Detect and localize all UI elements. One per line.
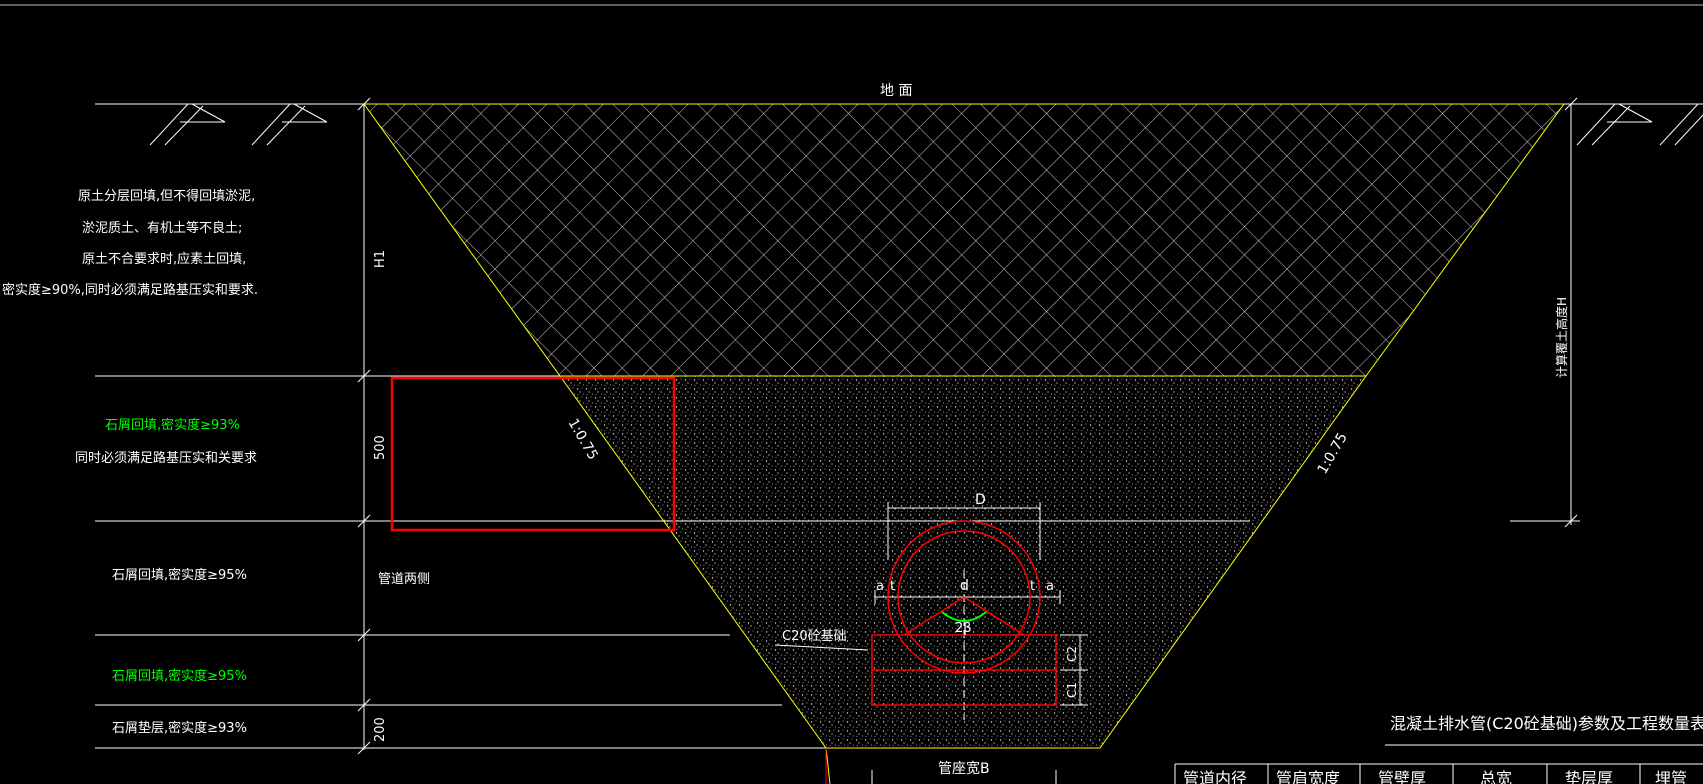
dim-d-inner: d — [960, 578, 969, 594]
dim-c2: C2 — [1065, 646, 1079, 662]
dim-h1: H1 — [373, 250, 388, 268]
dim-2beta: 2β — [955, 621, 972, 636]
note-layer3: 石屑回填,密实度≥95% — [112, 668, 247, 684]
dim-t-right: t — [1030, 579, 1035, 594]
ground-label: 地 面 — [880, 83, 912, 99]
note-top-3: 原土不合要求时,应素土回填, — [82, 251, 246, 267]
cad-drawing: 地 面 原土分层回填,但不得回填淤泥, 淤泥质土、有机土等不良土; 原土不合要求… — [0, 4, 1703, 784]
trench-extension — [825, 747, 831, 784]
dim-a-left: a — [876, 579, 884, 594]
table-header-6: 埋管 — [1655, 769, 1687, 784]
dim-d-outer: D — [975, 492, 986, 508]
dim-c1: C1 — [1065, 682, 1079, 698]
note-top-1: 原土分层回填,但不得回填淤泥, — [78, 188, 255, 204]
note-layer4: 石屑垫层,密实度≥93% — [112, 720, 247, 736]
dim-t-left: t — [890, 579, 895, 594]
upper-backfill-hatch — [363, 103, 1565, 377]
table-header-1: 管道内径 — [1183, 769, 1247, 784]
right-dim-label: 计算覆土高度H — [1554, 297, 1569, 378]
dim-500: 500 — [373, 435, 388, 460]
table-header-5: 垫层厚 — [1565, 769, 1613, 784]
note-layer1-line1: 石屑回填,密实度≥93% — [105, 417, 240, 433]
table-header-4: 总宽 — [1480, 769, 1512, 784]
table-header-grid — [1174, 763, 1703, 784]
dim-a-right: a — [1046, 579, 1054, 594]
note-top-4: 密实度≥90%,同时必须满足路基压实和要求. — [2, 282, 258, 298]
dim-200: 200 — [373, 717, 388, 742]
pipe-side-label: 管道两侧 — [378, 572, 430, 587]
note-layer2: 石屑回填,密实度≥95% — [112, 567, 247, 583]
note-layer1-line2: 同时必须满足路基压实和关要求 — [75, 450, 257, 466]
base-label: C20砼基础 — [782, 629, 847, 644]
note-top-2: 淤泥质土、有机土等不良土; — [82, 220, 242, 236]
stone-chip-fill — [559, 375, 1367, 749]
table-header-3: 管壁厚 — [1378, 769, 1426, 784]
table-header-2: 管肩宽度 — [1276, 769, 1340, 784]
bottom-width-label: 管座宽B — [938, 760, 990, 777]
table-title: 混凝土排水管(C20砼基础)参数及工程数量表 — [1390, 714, 1703, 733]
